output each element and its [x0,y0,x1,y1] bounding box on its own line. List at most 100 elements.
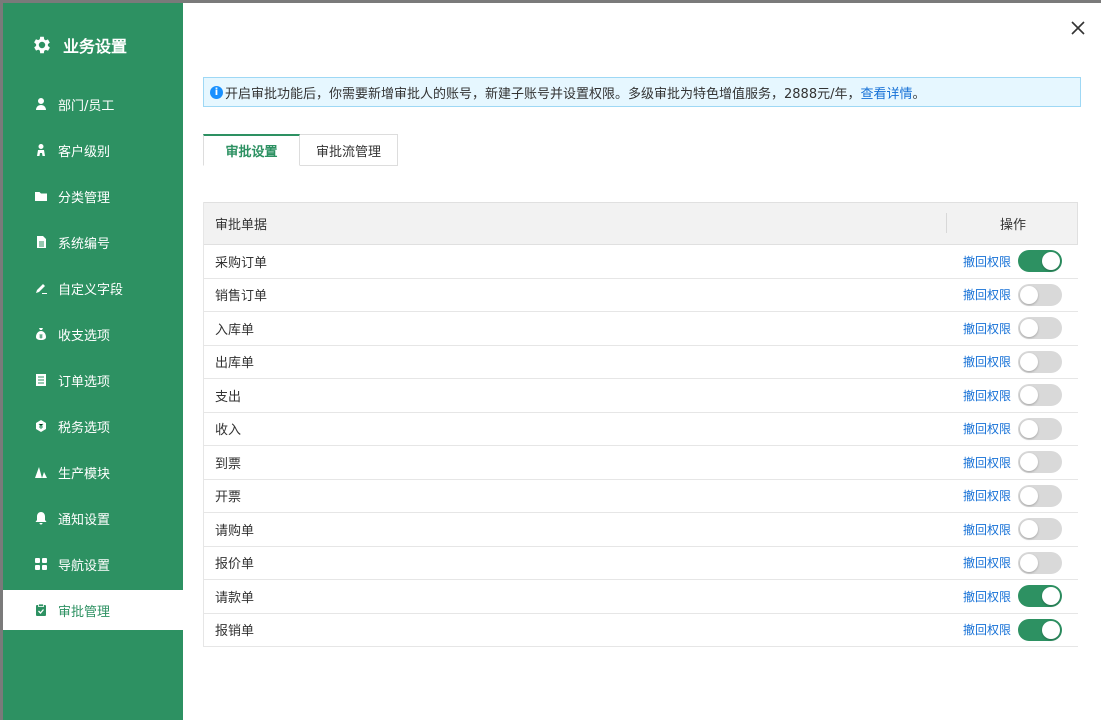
toggle-knob [1020,453,1038,472]
revoke-permission-link[interactable]: 撤回权限 [963,420,1011,437]
table-row: 入库单 撤回权限 [204,312,1078,346]
person-icon [34,143,48,157]
revoke-permission-link[interactable]: 撤回权限 [963,387,1011,404]
table-header: 审批单据 操作 [204,202,1078,245]
approval-notice: i 开启审批功能后，你需要新增审批人的账号，新建子账号并设置权限。多级审批为特色… [203,77,1081,107]
clipboard-check-icon [34,603,48,617]
approval-toggle[interactable] [1018,283,1062,306]
gear-icon [34,36,50,54]
table-row: 报价单 撤回权限 [204,547,1078,580]
revoke-permission-link[interactable]: 撤回权限 [963,286,1011,303]
sidebar-item-label: 分类管理 [58,190,111,206]
sidebar-item-bell[interactable]: 通知设置 [3,498,183,538]
revoke-permission-link[interactable]: 撤回权限 [963,621,1011,638]
bell-icon [34,511,48,525]
folder-icon [34,189,48,203]
sidebar-item-label: 部门/员工 [58,98,115,114]
toggle-knob [1020,419,1038,438]
approval-toggle[interactable] [1018,484,1062,507]
document-type-label: 入库单 [215,322,255,338]
sidebar-item-label: 生产模块 [58,466,111,482]
approval-toggle[interactable] [1018,417,1062,440]
document-type-label: 开票 [215,490,242,506]
revoke-permission-link[interactable]: 撤回权限 [963,588,1011,605]
document-type-label: 出库单 [215,356,255,372]
approval-toggle[interactable] [1018,551,1062,574]
revoke-permission-link[interactable]: 撤回权限 [963,353,1011,370]
sidebar-item-user[interactable]: 部门/员工 [3,84,183,124]
settings-dialog: 业务设置 部门/员工客户级别分类管理系统编号自定义字段收支选项订单选项税务选项生… [3,3,1101,720]
document-type-label: 到票 [215,456,242,472]
document-icon [34,235,48,249]
sidebar-item-clipboard-check[interactable]: 审批管理 [3,590,183,630]
grid-icon [34,557,48,571]
revoke-permission-link[interactable]: 撤回权限 [963,521,1011,538]
sidebar-item-person[interactable]: 客户级别 [3,130,183,170]
tab-bar: 审批设置 审批流管理 [203,134,398,166]
view-details-link[interactable]: 查看详情 [860,83,912,102]
sidebar-item-label: 导航设置 [58,558,111,574]
approval-toggle[interactable] [1018,518,1062,541]
sidebar-item-edit[interactable]: 自定义字段 [3,268,183,308]
sidebar-item-folder[interactable]: 分类管理 [3,176,183,216]
toggle-knob [1020,520,1038,539]
document-type-label: 报价单 [215,557,255,573]
sidebar-item-tax[interactable]: 税务选项 [3,406,183,446]
sidebar-item-production[interactable]: 生产模块 [3,452,183,492]
tab-approval-settings[interactable]: 审批设置 [203,134,300,166]
approval-toggle[interactable] [1018,350,1062,373]
approval-toggle[interactable] [1018,585,1062,608]
close-icon[interactable] [1069,19,1087,37]
revoke-permission-link[interactable]: 撤回权限 [963,320,1011,337]
table-row: 请款单 撤回权限 [204,580,1078,614]
sidebar-item-list[interactable]: 订单选项 [3,360,183,400]
document-type-label: 请购单 [215,523,255,539]
edit-icon [34,281,48,295]
toggle-knob [1042,252,1060,271]
revoke-permission-link[interactable]: 撤回权限 [963,554,1011,571]
approval-toggle[interactable] [1018,451,1062,474]
info-icon: i [210,85,223,99]
document-type-label: 请款单 [215,590,255,606]
sidebar-item-document[interactable]: 系统编号 [3,222,183,262]
sidebar-item-label: 收支选项 [58,328,111,344]
table-row: 出库单 撤回权限 [204,346,1078,379]
toggle-knob [1042,587,1060,606]
approval-toggle[interactable] [1018,384,1062,407]
table-row: 销售订单 撤回权限 [204,279,1078,312]
approval-toggle[interactable] [1018,618,1062,641]
tax-icon [34,419,48,433]
toggle-knob [1042,620,1060,639]
table-row: 采购订单 撤回权限 [204,245,1078,279]
revoke-permission-link[interactable]: 撤回权限 [963,454,1011,471]
table-row: 支出 撤回权限 [204,379,1078,413]
document-type-label: 采购订单 [215,255,268,271]
list-icon [34,373,48,387]
toggle-knob [1020,386,1038,405]
approval-toggle[interactable] [1018,317,1062,340]
notice-text: 开启审批功能后，你需要新增审批人的账号，新建子账号并设置权限。多级审批为特色增值… [225,86,861,102]
money-bag-icon [34,327,48,341]
notice-suffix: 。 [912,86,926,102]
production-icon [34,465,48,479]
toggle-knob [1020,486,1038,505]
table-row: 开票 撤回权限 [204,480,1078,513]
sidebar-item-label: 通知设置 [58,512,111,528]
sidebar-item-money-bag[interactable]: 收支选项 [3,314,183,354]
revoke-permission-link[interactable]: 撤回权限 [963,253,1011,270]
table-row: 到票 撤回权限 [204,446,1078,480]
sidebar-item-label: 自定义字段 [58,282,124,298]
approval-toggle[interactable] [1018,250,1062,273]
column-header-action: 操作 [1000,218,1027,233]
document-type-label: 销售订单 [215,289,268,305]
user-icon [34,97,48,111]
approval-table: 审批单据 操作 采购订单 撤回权限 销售订单 撤回权限 入库单 撤回权限 出库单 撤回权限 支出… [203,202,1078,647]
sidebar-item-grid[interactable]: 导航设置 [3,544,183,584]
sidebar-item-label: 审批管理 [58,604,111,620]
document-type-label: 收入 [215,423,242,439]
tab-approval-flow[interactable]: 审批流管理 [300,134,398,166]
revoke-permission-link[interactable]: 撤回权限 [963,487,1011,504]
toggle-knob [1020,319,1038,338]
toggle-knob [1020,285,1038,304]
sidebar-title-text: 业务设置 [63,37,128,56]
